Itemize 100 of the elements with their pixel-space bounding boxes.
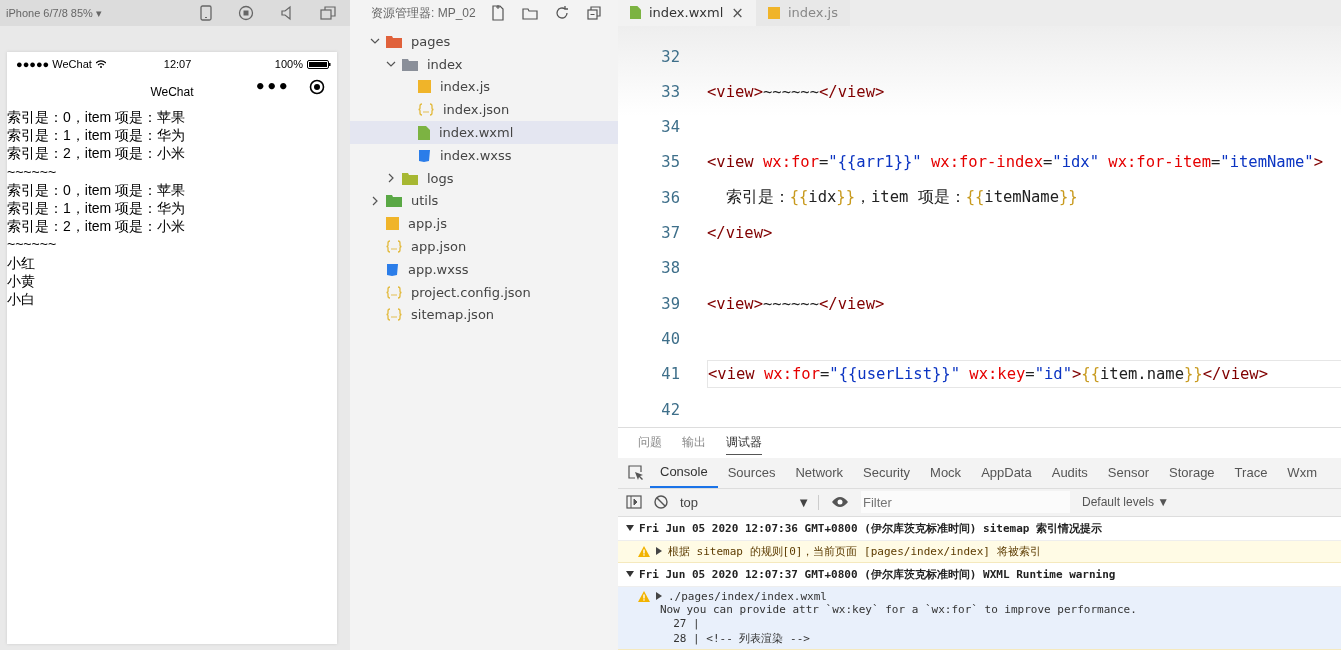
panel-tab[interactable]: 调试器: [726, 433, 762, 455]
warning-detail-line: 28 | <!-- 列表渲染 -->: [672, 631, 811, 646]
collapse-icon[interactable]: [585, 5, 602, 21]
close-target-icon[interactable]: [309, 79, 325, 95]
tree-item[interactable]: app.wxss: [350, 257, 618, 281]
tree-item[interactable]: index.wxml: [350, 121, 618, 144]
list-text: 索引是：0，item 项是：苹果: [7, 108, 187, 127]
list-text: 索引是：2，item 项是：小米: [7, 144, 187, 163]
devtools-tab[interactable]: Security: [853, 458, 921, 487]
tree-item[interactable]: utils: [350, 189, 618, 213]
devtools-tab[interactable]: Network: [785, 458, 854, 487]
js-file-icon: [767, 6, 780, 19]
editor-tab[interactable]: index.wxml ×: [618, 0, 756, 26]
code-line: 38: [660, 258, 681, 280]
warning-icon: [638, 545, 650, 557]
code-line: 34: [660, 117, 681, 139]
triangle-down-icon: [626, 570, 634, 578]
devtools-tab[interactable]: Sensor: [1097, 458, 1160, 487]
refresh-icon[interactable]: [553, 5, 570, 21]
list-text: 索引是：2，item 项是：小米: [7, 217, 187, 236]
devtools-tab[interactable]: Audits: [1041, 458, 1098, 487]
json-file-icon: [386, 240, 402, 254]
context-select[interactable]: top ▼: [680, 494, 819, 510]
record-icon[interactable]: [238, 5, 254, 21]
list-text: ~~~~~~: [7, 235, 58, 254]
tree-item[interactable]: index.wxss: [350, 144, 618, 167]
devtools-tab[interactable]: Console: [650, 457, 718, 488]
carrier-label: ●●●●● WeChat: [16, 58, 92, 70]
tree-item[interactable]: logs: [350, 166, 618, 190]
list-text: 索引是：1，item 项是：华为: [7, 126, 187, 145]
warning-detail-line: Now you can provide attr `wx:key` for a `wx:for` to improve performance.: [659, 602, 1138, 617]
log-group-header[interactable]: Fri Jun 05 2020 12:07:37 GMT+0800 (伊尔库茨克标准时间) WXML Runtime warning: [618, 562, 1341, 587]
tree-item[interactable]: index: [350, 52, 618, 76]
speaker-icon[interactable]: [280, 5, 294, 21]
list-text: 小黄: [7, 271, 36, 290]
more-menu[interactable]: •••: [254, 79, 289, 95]
tree-item[interactable]: app.js: [350, 212, 618, 236]
code-line: 35 <view wx:for="{{arr1}}" wx:for-index="idx" wx:for-item="itemName">: [660, 152, 1324, 174]
wifi-icon: [95, 60, 106, 68]
panel-tab[interactable]: 问题: [638, 433, 662, 454]
devtools-tab[interactable]: Sources: [717, 458, 786, 487]
chevron-right-icon[interactable]: [386, 173, 396, 184]
triangle-right-icon[interactable]: [656, 592, 662, 600]
code-line: 36 索引是：{{idx}}，item 项是：{{itemName}}: [660, 187, 1079, 209]
triangle-right-icon[interactable]: [656, 547, 662, 555]
code-line: 40: [660, 328, 681, 350]
wxml-file-icon: [418, 125, 430, 140]
list-text: 小白: [7, 289, 36, 309]
warning-text: 根据 sitemap 的规则[0]，当前页面 [pages/index/index] 将被索引: [668, 543, 1041, 559]
json-file-icon: [386, 285, 402, 299]
folder-icon: [386, 194, 402, 208]
battery-icon: [307, 59, 331, 69]
triangle-down-icon: [626, 524, 634, 532]
window-icon[interactable]: [320, 5, 336, 21]
devtools-tab[interactable]: Trace: [1224, 458, 1278, 487]
json-file-icon: [386, 308, 402, 322]
nav-title: WeChat: [150, 85, 194, 99]
list-text: 小红: [7, 253, 36, 272]
clear-icon[interactable]: [654, 495, 668, 509]
log-group-header[interactable]: Fri Jun 05 2020 12:07:36 GMT+0800 (伊尔库茨克标准时间) sitemap 索引情况提示: [618, 516, 1341, 541]
list-text: ~~~~~~: [7, 162, 58, 181]
code-line: 32: [660, 46, 681, 68]
tree-item[interactable]: app.json: [350, 235, 618, 258]
warning-detail-line: 27 |: [672, 617, 701, 632]
clock-time: 12:07: [163, 58, 192, 70]
json-file-icon: [418, 103, 434, 117]
devtools-tab[interactable]: AppData: [971, 458, 1042, 487]
eye-icon[interactable]: [831, 496, 849, 508]
folder-icon: [402, 171, 418, 185]
devtools-tab[interactable]: Wxm: [1277, 458, 1327, 487]
explorer-title: 资源管理器: MP_02: [371, 4, 476, 22]
code-line: 42: [660, 399, 681, 421]
warning-icon: [638, 590, 650, 602]
close-tab-button[interactable]: ×: [731, 3, 744, 22]
list-text: 索引是：1，item 项是：华为: [7, 198, 187, 218]
tree-item[interactable]: sitemap.json: [350, 303, 618, 327]
inspect-icon[interactable]: [628, 464, 644, 481]
tree-item[interactable]: project.config.json: [350, 280, 618, 304]
tree-item[interactable]: pages: [350, 30, 618, 53]
chevron-right-icon[interactable]: [370, 195, 380, 206]
phone-icon[interactable]: [200, 5, 212, 21]
levels-dropdown[interactable]: Default levels ▼: [1082, 495, 1170, 509]
tree-item[interactable]: index.json: [350, 98, 618, 122]
panel-tab[interactable]: 输出: [682, 433, 706, 454]
new-folder-icon[interactable]: [521, 5, 538, 21]
device-selector[interactable]: iPhone 6/7/8 85% ▾: [6, 6, 102, 20]
filter-field[interactable]: Filter: [861, 491, 1070, 513]
list-text: 索引是：0，item 项是：苹果: [7, 180, 187, 199]
js-file-icon: [418, 80, 431, 94]
battery-label: 100%: [274, 58, 303, 70]
code-line: 37 </view>: [660, 223, 774, 245]
devtools-tab[interactable]: Storage: [1159, 458, 1225, 487]
devtools-tab[interactable]: Mock: [920, 458, 972, 487]
new-file-icon[interactable]: [489, 5, 506, 21]
css-file-icon: [386, 262, 399, 276]
tree-item[interactable]: index.js: [350, 75, 618, 99]
css-file-icon: [418, 148, 431, 162]
code-line: 39 <view>~~~~~~</view>: [660, 293, 886, 315]
code-line: 33 <view>~~~~~~</view>: [660, 81, 886, 103]
sidebar-toggle-icon[interactable]: [626, 495, 642, 509]
